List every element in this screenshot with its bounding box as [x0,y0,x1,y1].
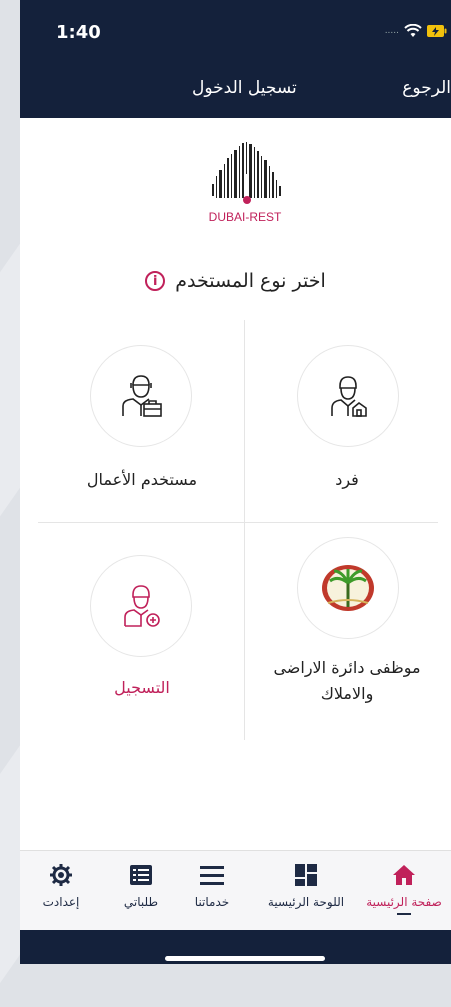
land-department-label-line2: والاملاك [320,684,374,703]
business-user-icon [122,375,162,417]
wifi-icon [404,24,422,37]
bottom-tab-bar: صفحة الرئيسية اللوحة الرئيسية خدماتنا طل… [20,850,451,931]
home-indicator[interactable] [165,956,325,961]
status-icons: ..... [385,24,447,38]
tab-services-label: خدماتنا [194,895,230,909]
option-circle [90,345,192,447]
option-circle [297,345,399,447]
select-user-type-heading: اختر نوع المستخدم i [20,270,451,292]
tab-settings[interactable]: إعدادت [28,863,94,909]
home-icon [393,865,415,885]
logo-text: DUBAI-REST [208,210,282,224]
individual-user-label: فرد [335,470,359,489]
register-label: التسجيل [114,678,170,697]
menu-icon [200,866,224,885]
back-button[interactable]: الرجوع [402,78,451,98]
register-option[interactable]: التسجيل [42,555,242,725]
nav-bar: تسجيل الدخول الرجوع [20,60,451,118]
tab-home-label: صفحة الرئيسية [366,895,442,909]
list-icon [130,865,152,885]
business-user-label: مستخدم الأعمال [86,470,198,489]
info-icon[interactable]: i [145,271,166,291]
land-department-palm-icon [322,565,374,611]
gear-icon [50,864,72,886]
tab-dashboard-label: اللوحة الرئيسية [267,895,345,909]
logo-barcode-icon [212,142,281,204]
option-circle [90,555,192,657]
tab-my-requests[interactable]: طلباتي [110,863,172,909]
business-user-option[interactable]: مستخدم الأعمال [42,345,242,515]
grid-divider-vertical [244,320,245,740]
tab-dashboard[interactable]: اللوحة الرئيسية [256,863,356,909]
page-title: تسجيل الدخول [192,78,297,98]
tab-settings-label: إعدادت [42,895,80,909]
grid-divider-horizontal [38,522,438,523]
land-department-employee-option[interactable]: موظفى دائرة الاراضى والاملاك [247,537,447,727]
individual-user-icon [331,376,367,417]
tab-my-requests-label: طلباتي [123,895,159,909]
battery-charging-icon [427,25,447,37]
carrier-dots: ..... [384,26,399,36]
land-department-employee-label: موظفى دائرة الاراضى والاملاك [247,655,447,707]
individual-user-option[interactable]: فرد [247,345,447,515]
tab-services[interactable]: خدماتنا [178,863,246,909]
tab-home[interactable]: صفحة الرئيسية [358,863,450,915]
option-circle [297,537,399,639]
status-time: 1:40 [56,22,101,43]
heading-text: اختر نوع المستخدم [175,270,326,292]
phone-screen: 1:40 ..... تسجيل الدخول الرجوع DUBAI-RES… [20,0,451,964]
land-department-label-line1: موظفى دائرة الاراضى [273,658,421,677]
dashboard-icon [295,864,317,886]
status-bar: 1:40 ..... [20,0,451,60]
dubai-rest-logo: DUBAI-REST [190,138,300,228]
active-tab-indicator [397,913,411,915]
register-user-icon [124,585,160,627]
